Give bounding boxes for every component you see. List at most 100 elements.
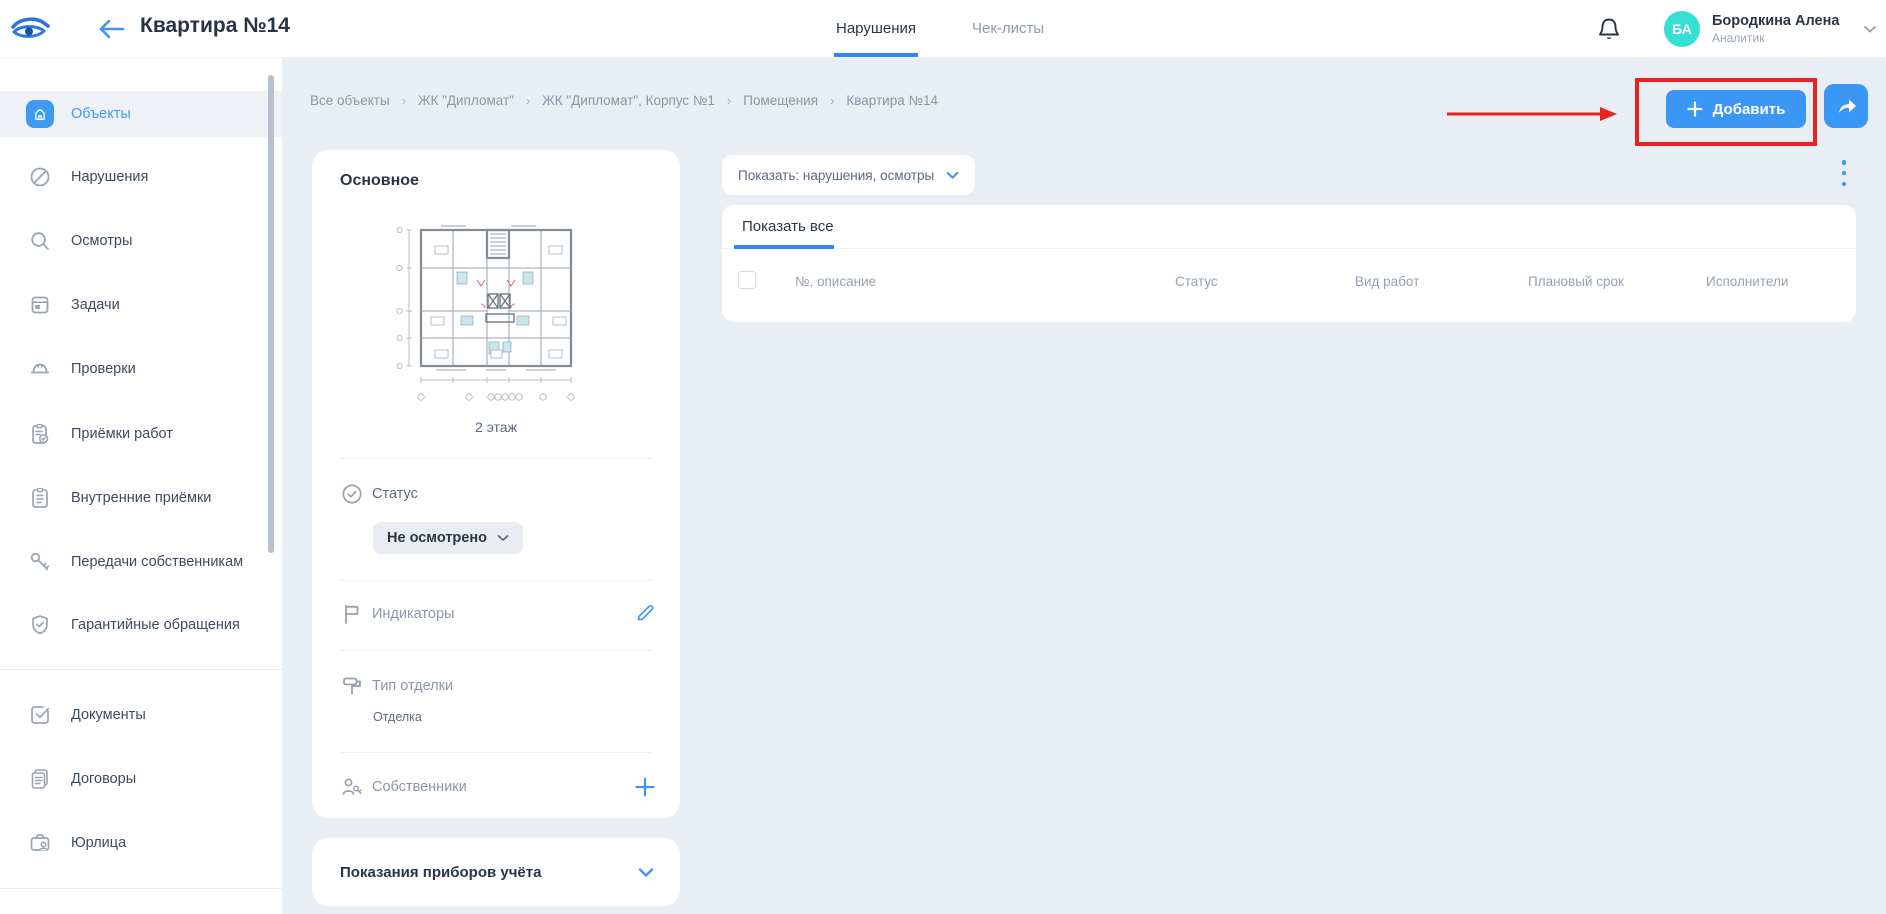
sidebar-item-label: Документы — [71, 707, 146, 723]
column-header-status: Статус — [1175, 274, 1218, 289]
owners-label: Собственники — [372, 779, 467, 795]
add-button-label: Добавить — [1713, 101, 1786, 118]
add-button[interactable]: Добавить — [1666, 90, 1806, 128]
column-header-planned-date: Плановый срок — [1528, 274, 1624, 289]
chevron-down-icon[interactable] — [638, 867, 654, 878]
kebab-menu-icon[interactable] — [1838, 160, 1850, 186]
breadcrumb-item[interactable]: ЖК "Дипломат" — [418, 93, 514, 108]
sidebar-item-objects[interactable]: Объекты — [0, 91, 282, 137]
breadcrumb-item[interactable]: Квартира №14 — [846, 93, 938, 108]
app-window: Квартира №14 Нарушения Чек-листы БА Боро… — [0, 0, 1886, 914]
records-table-card: Показать все №, описание Статус Вид рабо… — [722, 205, 1856, 322]
sidebar-item-owner-transfers[interactable]: Передачи собственникам — [0, 539, 282, 585]
sidebar-scrollbar[interactable] — [268, 75, 274, 553]
sidebar-item-internal-acceptances[interactable]: Внутренние приёмки — [0, 475, 282, 521]
building-objects-icon — [26, 100, 54, 128]
breadcrumb-item[interactable]: Помещения — [743, 93, 818, 108]
flag-icon — [340, 602, 364, 626]
paint-roller-icon — [340, 674, 364, 698]
sidebar-item-inspections[interactable]: Осмотры — [0, 218, 282, 264]
page-title: Квартира №14 — [140, 14, 290, 38]
sidebar-item-work-acceptances[interactable]: Приёмки работ — [0, 411, 282, 457]
active-tab-underline — [734, 245, 834, 249]
back-arrow-icon[interactable] — [96, 16, 126, 42]
sidebar-item-tasks[interactable]: Задачи — [0, 282, 282, 328]
main-content: Все объекты › ЖК "Дипломат" › ЖК "Диплом… — [282, 57, 1886, 914]
chevron-down-icon — [497, 534, 509, 542]
sidebar-divider — [0, 669, 282, 670]
status-value: Не осмотрено — [387, 530, 487, 546]
app-logo-eye-icon — [10, 15, 50, 43]
floor-plan-image — [391, 216, 601, 408]
tab-violations[interactable]: Нарушения — [836, 0, 916, 57]
user-name: Бородкина Алена — [1712, 13, 1839, 29]
status-check-circle-icon — [340, 482, 364, 506]
sidebar-item-legal-entities[interactable]: Юрлица — [0, 820, 282, 866]
key-icon — [26, 548, 54, 576]
info-card: Основное — [312, 150, 680, 818]
user-menu[interactable]: БА Бородкина Алена Аналитик — [1664, 9, 1877, 49]
sidebar-item-label: Нарушения — [71, 169, 148, 185]
edit-pencil-icon[interactable] — [634, 602, 656, 624]
sidebar-item-label: Приёмки работ — [71, 426, 173, 442]
sidebar: Объекты Нарушения Осмотры Задачи Проверк — [0, 57, 282, 914]
sidebar-divider — [0, 888, 282, 889]
plus-icon — [1687, 101, 1703, 117]
column-header-number-description: №, описание — [795, 274, 876, 289]
share-button[interactable] — [1824, 84, 1868, 128]
breadcrumb-item[interactable]: Все объекты — [310, 93, 390, 108]
share-forward-icon — [1834, 94, 1858, 118]
breadcrumb-item[interactable]: ЖК "Дипломат", Корпус №1 — [542, 93, 715, 108]
briefcase-person-icon — [26, 829, 54, 857]
meters-card[interactable]: Показания приборов учёта — [312, 838, 680, 906]
checkbox-doc-icon — [26, 701, 54, 729]
no-entry-icon — [26, 163, 54, 191]
column-header-work-type: Вид работ — [1355, 274, 1419, 289]
breadcrumb: Все объекты › ЖК "Дипломат" › ЖК "Диплом… — [310, 93, 938, 108]
user-role: Аналитик — [1712, 31, 1839, 45]
breadcrumb-separator: › — [402, 93, 406, 108]
finish-type-value: Отделка — [373, 710, 422, 724]
sidebar-item-checks[interactable]: Проверки — [0, 346, 282, 392]
indicators-label: Индикаторы — [372, 606, 454, 622]
sidebar-item-label: Передачи собственникам — [71, 554, 243, 570]
magnifier-icon — [26, 227, 54, 255]
annotation-arrow — [1445, 105, 1620, 123]
breadcrumb-separator: › — [830, 93, 834, 108]
card-divider — [340, 650, 652, 651]
contracts-icon — [26, 765, 54, 793]
sidebar-item-warranty[interactable]: Гарантийные обращения — [0, 602, 282, 648]
sidebar-item-violations[interactable]: Нарушения — [0, 154, 282, 200]
clipboard-check-icon — [26, 420, 54, 448]
sidebar-item-label: Гарантийные обращения — [71, 617, 240, 633]
status-label: Статус — [372, 486, 418, 502]
floor-caption: 2 этаж — [312, 419, 680, 435]
owner-person-key-icon — [340, 775, 364, 799]
select-all-checkbox[interactable] — [738, 271, 756, 289]
breadcrumb-separator: › — [526, 93, 530, 108]
avatar: БА — [1664, 11, 1700, 47]
shield-check-icon — [26, 611, 54, 639]
notifications-bell-icon[interactable] — [1595, 15, 1623, 43]
filter-label: Показать: нарушения, осмотры — [738, 168, 934, 183]
card-divider — [340, 752, 652, 753]
status-chip[interactable]: Не осмотрено — [373, 522, 523, 554]
info-card-title: Основное — [340, 172, 419, 190]
header-tabs: Нарушения Чек-листы — [836, 0, 1044, 57]
sidebar-item-label: Задачи — [71, 297, 120, 313]
meters-card-title: Показания приборов учёта — [340, 864, 541, 881]
sidebar-item-documents[interactable]: Документы — [0, 692, 282, 738]
tab-show-all[interactable]: Показать все — [742, 218, 834, 235]
tab-checklists[interactable]: Чек-листы — [972, 0, 1044, 57]
card-divider — [340, 458, 652, 459]
sidebar-item-contracts[interactable]: Договоры — [0, 756, 282, 802]
filter-dropdown[interactable]: Показать: нарушения, осмотры — [722, 155, 975, 195]
sidebar-item-label: Внутренние приёмки — [71, 490, 211, 506]
task-card-icon — [26, 291, 54, 319]
finish-type-label: Тип отделки — [372, 678, 453, 694]
column-header-executors: Исполнители — [1706, 274, 1788, 289]
sidebar-item-label: Проверки — [71, 361, 136, 377]
tab-checklists-label: Чек-листы — [972, 20, 1044, 37]
breadcrumb-separator: › — [727, 93, 731, 108]
add-owner-plus-icon[interactable] — [634, 776, 656, 798]
